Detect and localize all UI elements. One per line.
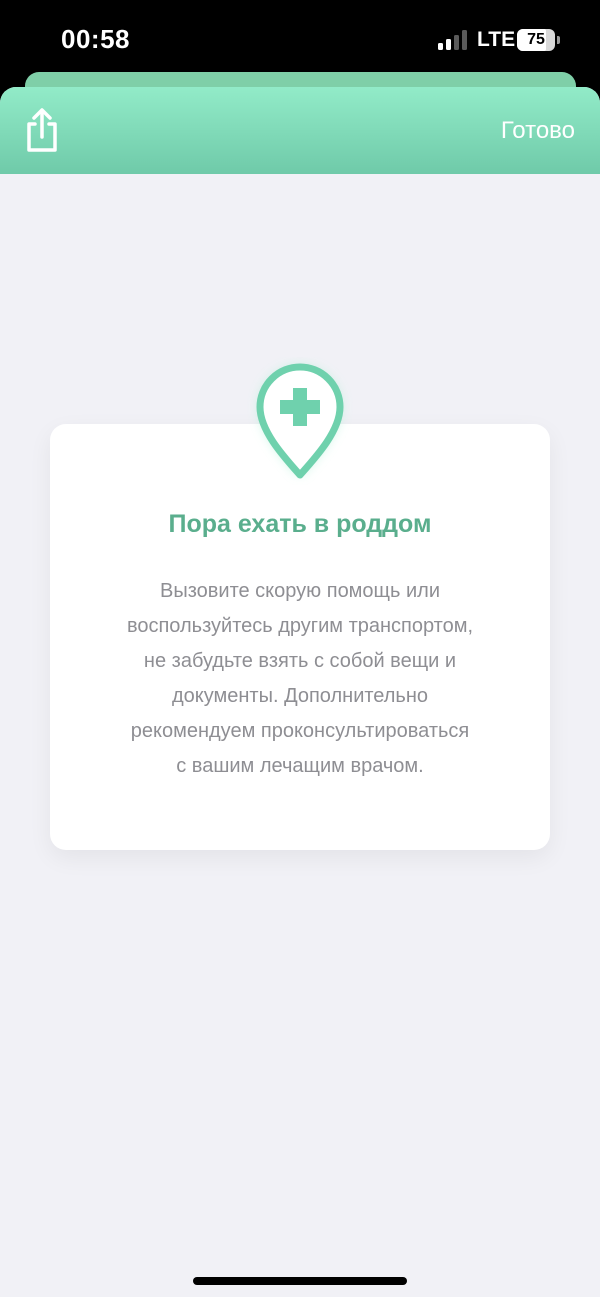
card-message-line: документы. Дополнительно xyxy=(171,685,429,707)
signal-strength-icon xyxy=(438,30,468,50)
battery-icon: 75 xyxy=(517,29,555,51)
done-button[interactable]: Готово xyxy=(501,117,575,145)
network-type: LTE xyxy=(477,28,516,51)
card-message-line: воспользуйтесь другим транспортом, xyxy=(126,615,474,637)
home-indicator xyxy=(193,1277,407,1285)
status-time: 00:58 xyxy=(61,24,130,54)
battery-level: 75 xyxy=(527,31,545,48)
modal-sheet: Готово Пора ехать в роддом Вызовите скор… xyxy=(0,87,600,1297)
card-message-line: Вызовите скорую помощь или xyxy=(159,580,441,602)
card-message-line: с вашим лечащим врачом. xyxy=(176,755,424,777)
info-card: Пора ехать в роддом Вызовите скорую помо… xyxy=(50,424,550,850)
medical-location-pin-icon xyxy=(256,363,344,479)
card-message: Вызовите скорую помощь или воспользуйтес… xyxy=(90,574,510,784)
card-message-line: не забудьте взять с собой вещи и xyxy=(143,650,457,672)
share-icon xyxy=(27,108,57,152)
status-bar: 00:58 LTE 75 xyxy=(0,0,600,80)
share-button[interactable] xyxy=(20,107,64,153)
card-message-line: рекомендуем проконсультироваться xyxy=(130,720,470,742)
battery-cap xyxy=(557,36,560,44)
nav-bar: Готово xyxy=(0,87,600,174)
card-title: Пора ехать в роддом xyxy=(168,510,432,538)
